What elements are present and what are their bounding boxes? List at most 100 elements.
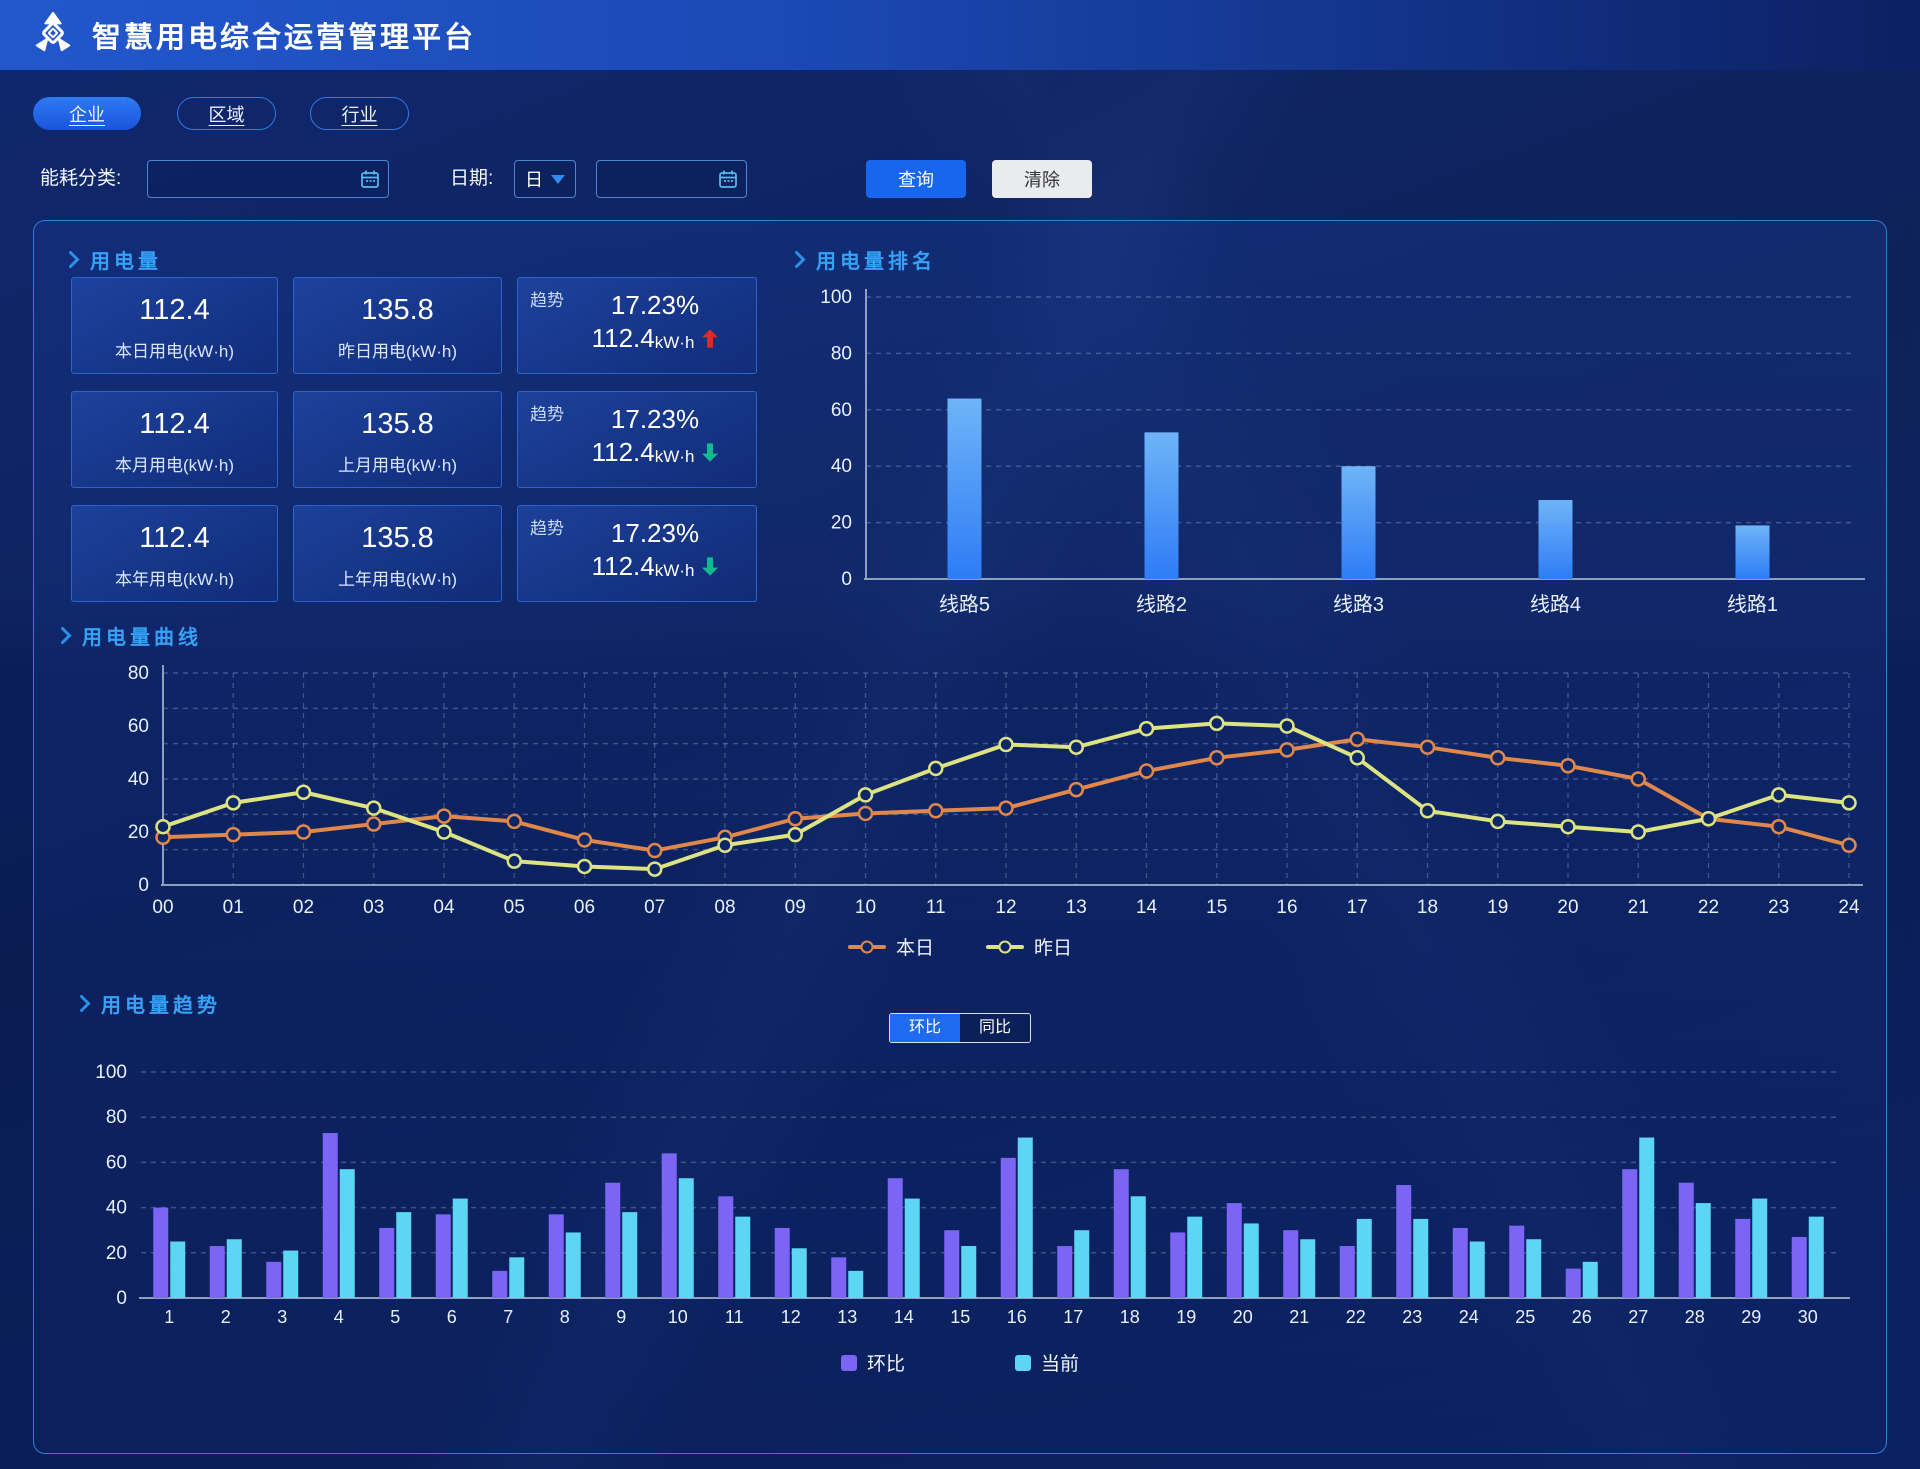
arrow-up-icon xyxy=(702,329,718,348)
arrow-down-icon xyxy=(702,443,718,462)
svg-text:08: 08 xyxy=(714,897,735,918)
svg-text:25: 25 xyxy=(1515,1307,1535,1327)
filter-bar: 能耗分类: 日期: 日 查询 清除 xyxy=(0,160,1920,198)
date-input[interactable] xyxy=(596,160,747,198)
svg-text:60: 60 xyxy=(831,400,852,421)
svg-text:60: 60 xyxy=(128,716,149,737)
svg-text:16: 16 xyxy=(1276,897,1297,918)
stat-card: 112.4本年用电(kW·h) xyxy=(71,505,278,602)
stat-cards: 112.4 本日用电(kW·h) 135.8昨日用电(kW·h)趋势17.23%11… xyxy=(71,277,757,602)
stat-value: 135.8 xyxy=(294,522,501,555)
svg-text:23: 23 xyxy=(1402,1307,1422,1327)
section-title-text: 用电量趋势 xyxy=(101,989,221,1018)
svg-text:28: 28 xyxy=(1685,1307,1705,1327)
svg-text:00: 00 xyxy=(152,897,173,918)
legend-line-marker xyxy=(986,945,1024,949)
compare-toggle: 环比同比 xyxy=(889,1013,1031,1043)
date-unit-select[interactable]: 日 xyxy=(514,160,576,198)
svg-text:40: 40 xyxy=(106,1198,127,1219)
svg-text:80: 80 xyxy=(128,663,149,684)
curve-legend: 本日 昨日 xyxy=(34,933,1886,960)
trend-unit: kW·h xyxy=(655,333,695,353)
svg-text:12: 12 xyxy=(995,897,1016,918)
svg-text:15: 15 xyxy=(1206,897,1227,918)
trend-value-row: 112.4kW·h xyxy=(518,437,756,468)
tab-2[interactable]: 区域 xyxy=(177,97,276,130)
legend-item[interactable]: 当前 xyxy=(1015,1349,1079,1376)
toggle-option-1[interactable]: 环比 xyxy=(890,1014,960,1042)
stat-card: 135.8 上月用电(kW·h) xyxy=(293,391,502,488)
svg-text:11: 11 xyxy=(926,897,946,918)
svg-text:0: 0 xyxy=(138,875,149,896)
clear-button[interactable]: 清除 xyxy=(992,160,1092,198)
trend-value: 112.4 xyxy=(592,551,655,582)
svg-text:04: 04 xyxy=(433,897,455,918)
svg-text:8: 8 xyxy=(560,1307,570,1327)
query-button[interactable]: 查询 xyxy=(866,160,966,198)
tab-3[interactable]: 行业 xyxy=(310,97,409,130)
trend-tag: 趋势 xyxy=(530,400,564,425)
trend-card: 趋势17.23%112.4kW·h xyxy=(517,277,757,374)
tab-1[interactable]: 企业 xyxy=(33,97,141,130)
svg-text:17: 17 xyxy=(1347,897,1368,918)
energy-category-input[interactable] xyxy=(147,160,389,198)
svg-text:17: 17 xyxy=(1063,1307,1083,1327)
svg-text:09: 09 xyxy=(785,897,806,918)
svg-text:40: 40 xyxy=(831,456,852,477)
svg-text:05: 05 xyxy=(504,897,525,918)
legend-item[interactable]: 昨日 xyxy=(986,933,1072,960)
section-title-text: 用电量 xyxy=(90,245,162,274)
svg-text:线路2: 线路2 xyxy=(1136,593,1187,616)
svg-text:20: 20 xyxy=(1233,1307,1253,1327)
date-input-field[interactable] xyxy=(597,161,746,197)
svg-text:18: 18 xyxy=(1417,897,1438,918)
svg-text:27: 27 xyxy=(1628,1307,1648,1327)
trend-value-row: 112.4kW·h xyxy=(518,323,756,354)
svg-text:线路5: 线路5 xyxy=(939,593,990,616)
energy-category-label: 能耗分类: xyxy=(40,160,121,198)
svg-text:20: 20 xyxy=(128,822,149,843)
svg-text:11: 11 xyxy=(725,1307,744,1327)
trend-value: 112.4 xyxy=(592,437,655,468)
svg-text:80: 80 xyxy=(106,1107,127,1128)
svg-text:24: 24 xyxy=(1459,1307,1479,1327)
legend-item[interactable]: 环比 xyxy=(841,1349,905,1376)
arrow-down-icon xyxy=(702,557,718,576)
svg-text:01: 01 xyxy=(223,897,244,918)
toggle-option-2[interactable]: 同比 xyxy=(960,1014,1030,1042)
svg-text:02: 02 xyxy=(293,897,314,918)
svg-text:80: 80 xyxy=(831,343,852,364)
energy-category-input-field[interactable] xyxy=(148,161,388,197)
trend-tag: 趋势 xyxy=(530,286,564,311)
date-label: 日期: xyxy=(450,160,493,198)
stat-card: 112.4 本日用电(kW·h) xyxy=(71,277,278,374)
svg-text:3: 3 xyxy=(277,1307,287,1327)
stat-value: 135.8 xyxy=(294,294,501,327)
svg-text:15: 15 xyxy=(950,1307,970,1327)
legend-label: 当前 xyxy=(1041,1349,1079,1376)
main-panel: 用电量 112.4 本日用电(kW·h) 135.8昨日用电(kW·h)趋势17.2… xyxy=(33,220,1887,1454)
legend-item[interactable]: 本日 xyxy=(848,933,934,960)
svg-text:24: 24 xyxy=(1838,897,1860,918)
svg-text:03: 03 xyxy=(363,897,384,918)
stat-value: 112.4 xyxy=(72,294,277,327)
stat-card: 135.8昨日用电(kW·h) xyxy=(293,277,502,374)
legend-label: 环比 xyxy=(867,1349,905,1376)
svg-text:07: 07 xyxy=(644,897,665,918)
legend-dot xyxy=(860,940,873,953)
app-title: 智慧用电综合运营管理平台 xyxy=(92,14,476,56)
svg-text:100: 100 xyxy=(820,287,852,308)
trend-value-row: 112.4kW·h xyxy=(518,551,756,582)
stat-label: 上月用电(kW·h) xyxy=(294,451,501,476)
svg-text:29: 29 xyxy=(1741,1307,1761,1327)
svg-text:2: 2 xyxy=(221,1307,231,1327)
stat-label: 本日用电(kW·h) xyxy=(72,337,277,362)
svg-text:13: 13 xyxy=(837,1307,857,1327)
stat-value: 135.8 xyxy=(294,408,501,441)
svg-text:30: 30 xyxy=(1798,1307,1818,1327)
app-header: 智慧用电综合运营管理平台 xyxy=(0,0,1920,70)
svg-text:7: 7 xyxy=(503,1307,513,1327)
svg-text:14: 14 xyxy=(894,1307,914,1327)
svg-text:线路1: 线路1 xyxy=(1727,593,1778,616)
svg-text:14: 14 xyxy=(1136,897,1158,918)
